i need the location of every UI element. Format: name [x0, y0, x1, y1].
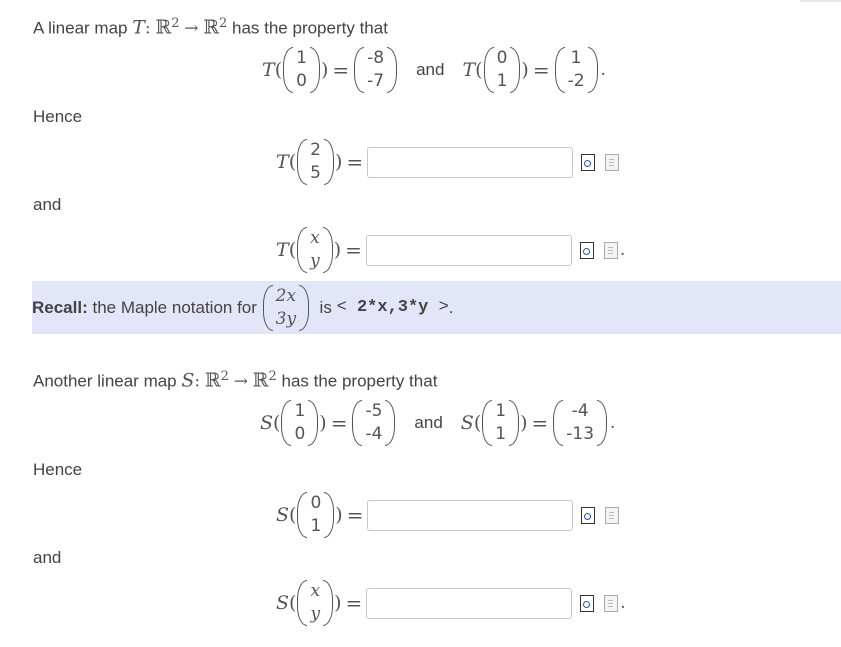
map-symbol-s: S	[181, 369, 195, 392]
domain-symbol: ℝ	[204, 369, 221, 392]
ask-t-2: T( xy ) = .	[276, 227, 626, 273]
answer-field-s-x-y[interactable]	[366, 587, 573, 619]
intro-s-prefix: Another linear map	[33, 371, 177, 391]
vector-input: 01	[483, 47, 521, 93]
fn-t: T	[262, 59, 275, 81]
recall-is: is	[319, 297, 332, 317]
preview-icon[interactable]	[581, 506, 596, 524]
intro-s: Another linear map S: ℝ2 → ℝ2 has the pr…	[33, 369, 437, 392]
vector-input: 10	[283, 47, 320, 93]
codomain-exponent: 2	[218, 16, 228, 31]
map-symbol-t: T	[132, 16, 145, 39]
given-t-row: T( 10 ) = -8 -7 and T( 01 ) = 1 -2.	[262, 47, 606, 93]
ask-t-1: T( 25 ) =	[276, 139, 620, 185]
colon: :	[144, 18, 151, 39]
domain-symbol: ℝ	[155, 16, 172, 39]
and-label: and	[33, 195, 62, 214]
vector-input: 10	[281, 400, 319, 446]
vector-input: xy	[297, 580, 334, 626]
arrow-symbol: →	[184, 18, 199, 39]
intro-t-suffix: has the property that	[232, 18, 388, 38]
help-icon[interactable]	[605, 153, 620, 171]
fn-s: S	[276, 504, 290, 526]
codomain-exponent: 2	[268, 369, 277, 384]
ask-s-2: S( xy ) = .	[276, 580, 626, 626]
vector-output: -5 -4	[352, 400, 396, 446]
answer-field-s-0-1[interactable]	[367, 499, 574, 531]
given-s-row: S( 10 ) = -5 -4 and S( 11 ) = -4 -13.	[260, 400, 616, 446]
intro-t-prefix: A linear map	[33, 18, 128, 38]
top-divider	[800, 0, 841, 2]
answer-field-t-2-5[interactable]	[367, 146, 574, 178]
intro-s-suffix: has the property that	[281, 371, 438, 391]
vector-input: 01	[297, 492, 335, 538]
help-icon[interactable]	[605, 506, 620, 524]
recall-text: the Maple notation for	[92, 297, 257, 317]
domain-exponent: 2	[220, 369, 229, 384]
and-label: and	[33, 548, 62, 567]
preview-icon[interactable]	[581, 153, 596, 171]
maple-code: < 2*x,3*y >	[336, 298, 449, 317]
recall-note: Recall: the Maple notation for 2x 3y is <…	[32, 281, 841, 334]
ask-s-1: S( 01 ) =	[276, 492, 620, 538]
vector-output: -4 -13	[553, 400, 608, 446]
colon: :	[194, 371, 201, 392]
and-word: and	[414, 413, 443, 432]
and-word: and	[416, 60, 445, 79]
preview-icon[interactable]	[579, 241, 594, 259]
hence-label: Hence	[33, 460, 83, 479]
recall-label: Recall:	[32, 297, 88, 317]
codomain-symbol: ℝ	[252, 369, 269, 392]
fn-s: S	[460, 412, 474, 434]
domain-exponent: 2	[171, 16, 180, 31]
preview-icon[interactable]	[580, 594, 595, 612]
fn-s: S	[260, 412, 274, 434]
help-icon[interactable]	[603, 241, 618, 259]
vector-output: 1 -2	[554, 47, 598, 93]
answer-field-t-x-y[interactable]	[365, 234, 572, 266]
fn-t: T	[276, 239, 289, 261]
vector-input: xy	[297, 227, 333, 273]
fn-t: T	[462, 59, 476, 81]
vector-input: 11	[482, 400, 520, 446]
arrow-symbol: →	[233, 371, 248, 392]
intro-t: A linear map T: ℝ2 → ℝ2 has the property…	[33, 16, 388, 39]
vector-output: -8 -7	[354, 47, 398, 93]
codomain-symbol: ℝ	[203, 16, 219, 39]
fn-t: T	[276, 151, 289, 173]
fn-s: S	[276, 592, 290, 614]
vector-input: 25	[297, 139, 334, 185]
hence-label: Hence	[33, 107, 83, 126]
help-icon[interactable]	[604, 594, 619, 612]
recall-vector: 2x 3y	[262, 284, 310, 331]
